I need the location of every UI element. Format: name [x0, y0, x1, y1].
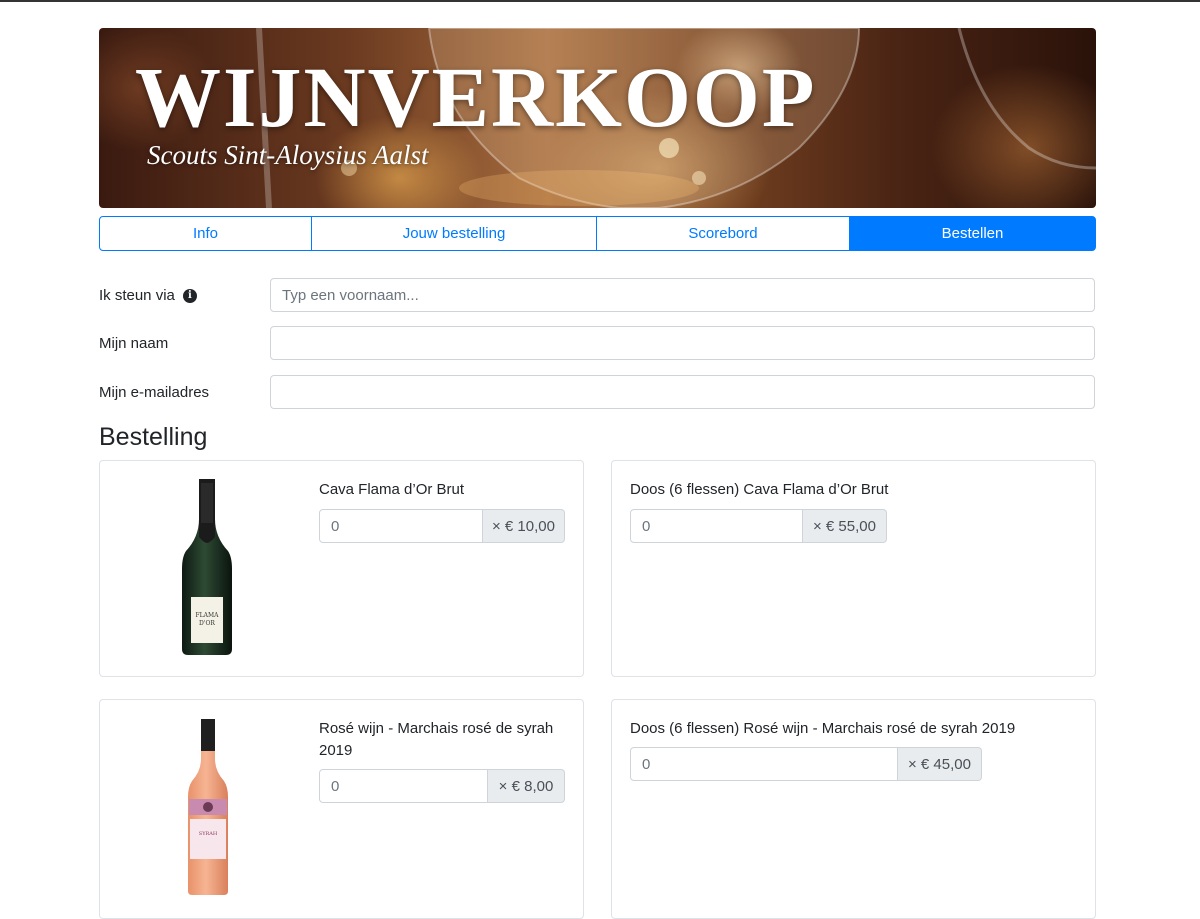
quantity-group: × € 45,00 [630, 747, 982, 781]
quantity-input[interactable] [630, 747, 898, 781]
svg-text:FLAMA: FLAMA [196, 612, 220, 619]
product-card: Doos (6 flessen) Cava Flama d’Or Brut × … [611, 460, 1096, 677]
product-card: Doos (6 flessen) Rosé wijn - Marchais ro… [611, 699, 1096, 919]
tab-info[interactable]: Info [99, 216, 312, 251]
form-row-email: Mijn e-mailadres [99, 375, 1096, 410]
svg-text:D'OR: D'OR [199, 620, 215, 627]
quantity-input[interactable] [630, 509, 803, 543]
product-card: SYRAH Rosé wijn - Marchais rosé de syrah… [99, 699, 584, 919]
quantity-group: × € 55,00 [630, 509, 887, 543]
email-input[interactable] [270, 375, 1095, 409]
product-name: Doos (6 flessen) Rosé wijn - Marchais ro… [630, 720, 1016, 737]
svg-text:SYRAH: SYRAH [199, 831, 218, 837]
tab-bestellen[interactable]: Bestellen [849, 216, 1096, 251]
product-card: FLAMA D'OR Cava Flama d’Or Brut × € 10,0… [99, 460, 584, 677]
support-input[interactable] [270, 278, 1095, 312]
email-label: Mijn e-mailadres [99, 384, 210, 401]
price-addon: × € 10,00 [483, 509, 565, 543]
name-input[interactable] [270, 326, 1095, 360]
banner-title: WIJNVERKOOP [135, 49, 817, 145]
header-banner: WIJNVERKOOP Scouts Sint-Aloysius Aalst [99, 28, 1096, 208]
banner-subtitle: Scouts Sint-Aloysius Aalst [147, 140, 429, 170]
price-addon: × € 8,00 [488, 769, 565, 803]
support-label-group: Ik steun via i [99, 278, 197, 313]
product-name: Doos (6 flessen) Cava Flama d’Or Brut [630, 481, 889, 498]
rose-bottle-image: SYRAH [188, 719, 228, 895]
form-row-support: Ik steun via i [99, 278, 1096, 313]
quantity-input[interactable] [319, 769, 488, 803]
price-addon: × € 45,00 [898, 747, 982, 781]
product-name: Cava Flama d’Or Brut [319, 481, 465, 498]
support-label: Ik steun via [99, 287, 175, 304]
quantity-group: × € 8,00 [319, 769, 565, 803]
order-section-title: Bestelling [99, 423, 208, 451]
form-row-name: Mijn naam [99, 326, 1096, 361]
tab-scorebord[interactable]: Scorebord [596, 216, 850, 251]
cava-bottle-image: FLAMA D'OR [182, 479, 232, 655]
top-border-line [0, 0, 1200, 2]
name-label: Mijn naam [99, 335, 169, 352]
price-addon: × € 55,00 [803, 509, 887, 543]
quantity-group: × € 10,00 [319, 509, 565, 543]
quantity-input[interactable] [319, 509, 483, 543]
product-name: Rosé wijn - Marchais rosé de syrah 2019 [319, 720, 554, 759]
info-circle-icon[interactable]: i [182, 288, 197, 303]
nav-tabs: Info Jouw bestelling Scorebord Bestellen [99, 216, 1096, 251]
tab-jouw-bestelling[interactable]: Jouw bestelling [311, 216, 597, 251]
